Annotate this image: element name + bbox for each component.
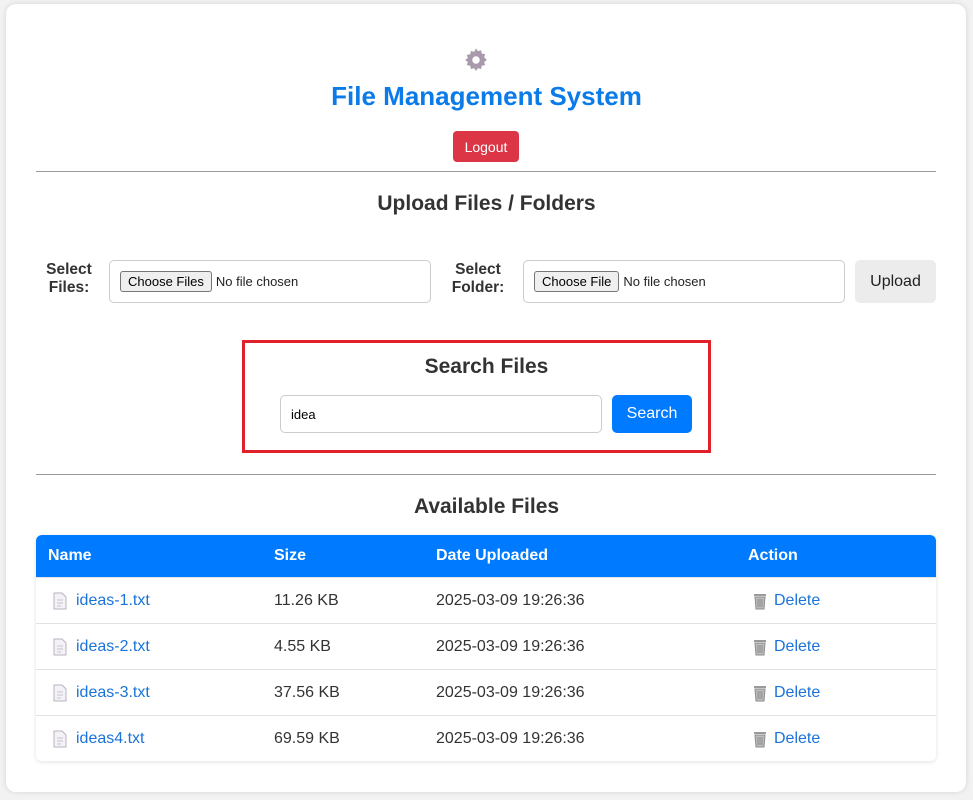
file-date: 2025-03-09 19:26:36 xyxy=(436,591,585,609)
file-link[interactable]: ideas-1.txt xyxy=(76,592,150,610)
file-name-cell: ideas-2.txt xyxy=(52,624,150,669)
file-action-cell: Delete xyxy=(752,716,820,761)
files-heading: Available Files xyxy=(413,495,560,518)
select-files-label-line2: Files: xyxy=(48,279,90,296)
file-name-cell: ideas-1.txt xyxy=(52,578,150,623)
file-name-cell: ideas-3.txt xyxy=(52,670,150,715)
files-status-text: No file chosen xyxy=(215,274,299,289)
search-heading: Search Files xyxy=(424,355,549,378)
select-folder-label: Select Folder: xyxy=(446,261,510,297)
file-size: 4.55 KB xyxy=(274,637,331,655)
trash-icon xyxy=(754,593,766,609)
file-action-cell: Delete xyxy=(752,670,820,715)
table-row: ideas-3.txt 37.56 KB 2025-03-09 19:26:36… xyxy=(36,669,936,715)
file-link[interactable]: ideas-2.txt xyxy=(76,638,150,656)
search-input[interactable] xyxy=(280,395,602,433)
table-row: ideas-2.txt 4.55 KB 2025-03-09 19:26:36 … xyxy=(36,623,936,669)
choose-folder-button[interactable]: Choose File xyxy=(534,271,620,292)
file-icon xyxy=(53,684,67,701)
file-size: 37.56 KB xyxy=(274,683,340,701)
file-date: 2025-03-09 19:26:36 xyxy=(436,683,585,701)
divider xyxy=(36,474,936,475)
file-icon xyxy=(53,592,67,609)
file-date: 2025-03-09 19:26:36 xyxy=(436,729,585,747)
select-folder-label-line2: Folder: xyxy=(451,279,505,296)
trash-icon xyxy=(754,639,766,655)
column-header-name: Name xyxy=(48,547,92,564)
delete-link[interactable]: Delete xyxy=(774,730,820,748)
file-date: 2025-03-09 19:26:36 xyxy=(436,637,585,655)
select-files-label-line1: Select xyxy=(46,261,92,278)
folder-status-text: No file chosen xyxy=(623,274,706,289)
files-table: Name Size Date Uploaded Action ideas-1.t… xyxy=(36,535,936,761)
files-input[interactable]: Choose Files No file chosen xyxy=(109,260,431,303)
trash-icon xyxy=(754,685,766,701)
file-link[interactable]: ideas4.txt xyxy=(76,730,144,748)
folder-input[interactable]: Choose File No file chosen xyxy=(523,260,845,303)
table-header: Name Size Date Uploaded Action xyxy=(36,535,936,577)
delete-link[interactable]: Delete xyxy=(774,684,820,702)
file-icon xyxy=(53,730,67,747)
delete-link[interactable]: Delete xyxy=(774,638,820,656)
column-header-date: Date Uploaded xyxy=(436,547,549,564)
file-size: 11.26 KB xyxy=(274,591,339,609)
logout-button[interactable]: Logout xyxy=(453,131,519,162)
file-icon xyxy=(53,638,67,655)
file-action-cell: Delete xyxy=(752,578,820,623)
table-row: ideas-1.txt 11.26 KB 2025-03-09 19:26:36… xyxy=(36,577,936,623)
select-folder-label-line1: Select xyxy=(455,261,501,278)
column-header-action: Action xyxy=(748,547,798,564)
upload-button[interactable]: Upload xyxy=(855,260,936,303)
delete-link[interactable]: Delete xyxy=(774,592,820,610)
gear-icon xyxy=(465,48,487,71)
select-files-label: Select Files: xyxy=(38,261,100,297)
choose-files-button[interactable]: Choose Files xyxy=(120,271,212,292)
upload-heading: Upload Files / Folders xyxy=(377,192,596,215)
page-title: File Management System xyxy=(331,81,642,111)
table-row: ideas4.txt 69.59 KB 2025-03-09 19:26:36 … xyxy=(36,715,936,761)
divider xyxy=(36,171,936,172)
file-action-cell: Delete xyxy=(752,624,820,669)
search-button[interactable]: Search xyxy=(612,395,692,433)
trash-icon xyxy=(754,731,766,747)
file-link[interactable]: ideas-3.txt xyxy=(76,684,150,702)
file-name-cell: ideas4.txt xyxy=(52,716,144,761)
file-size: 69.59 KB xyxy=(274,729,340,747)
column-header-size: Size xyxy=(274,547,307,564)
